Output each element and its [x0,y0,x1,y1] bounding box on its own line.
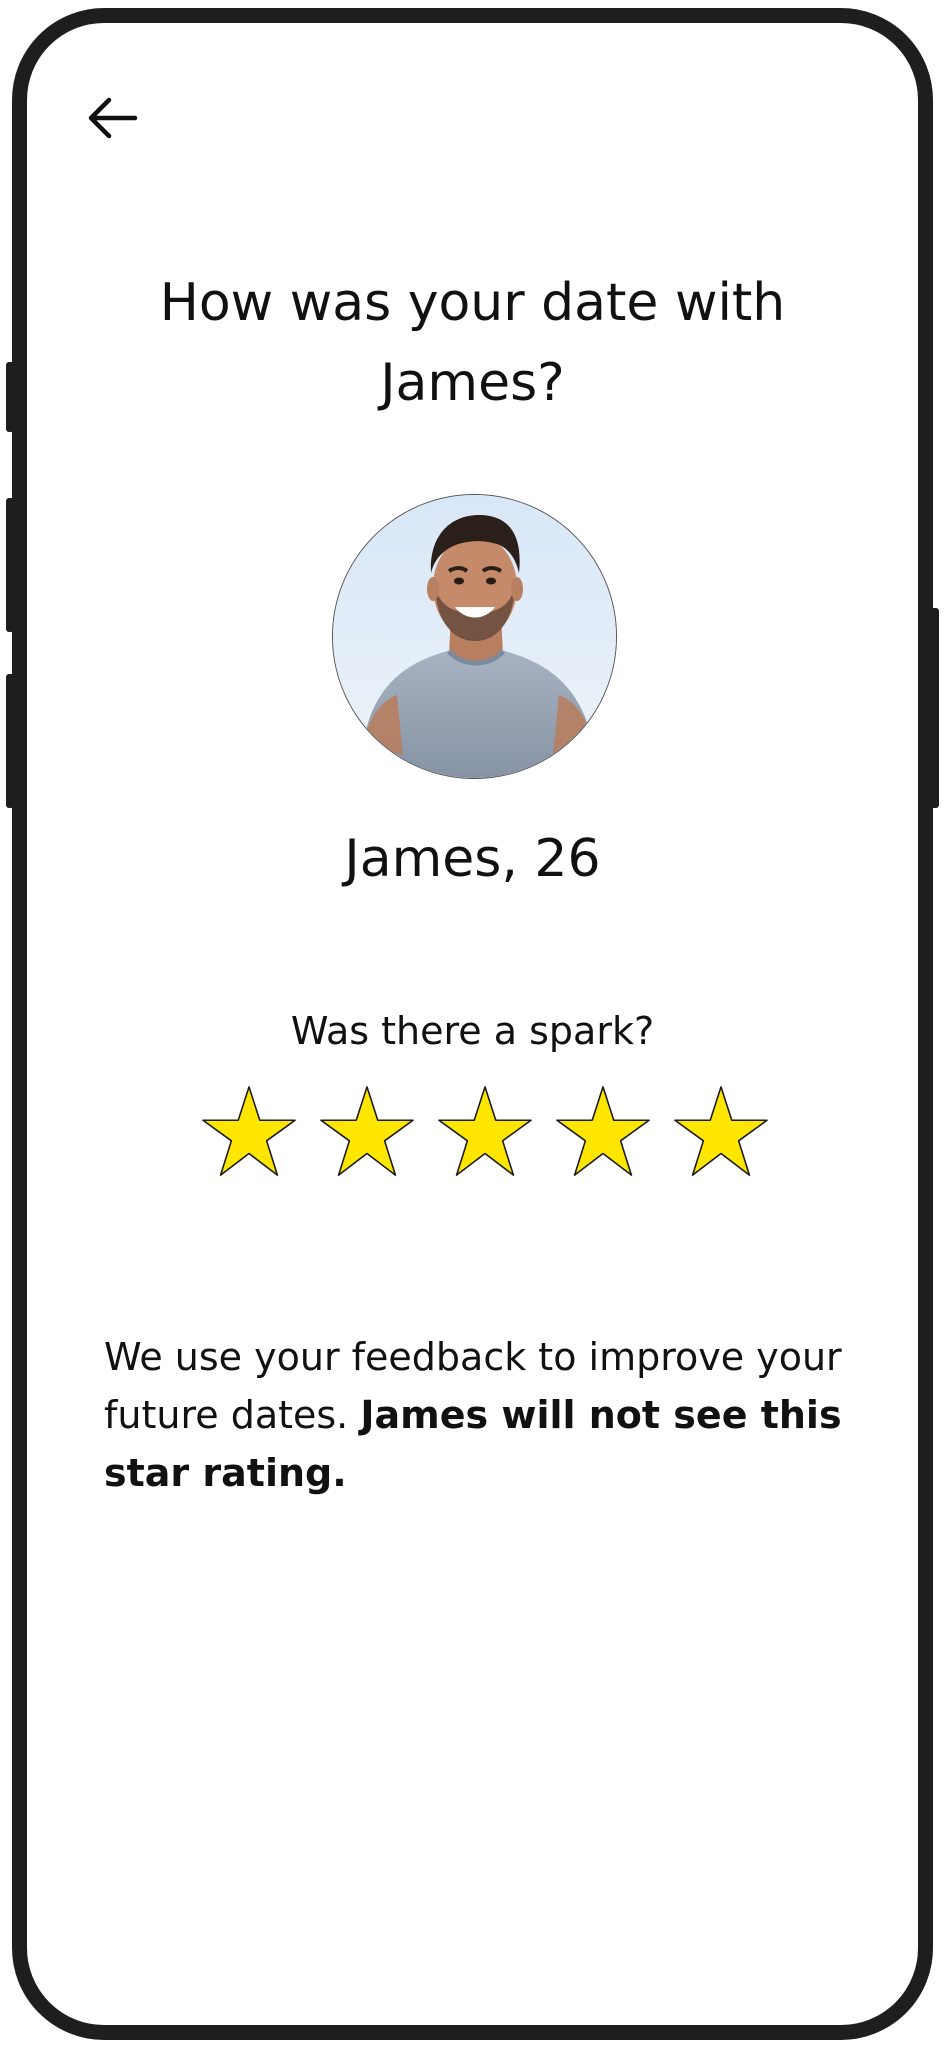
star-icon-4[interactable] [554,1083,652,1181]
title-line-2: James? [380,353,565,413]
phone-frame: How was your date with James? James, 26 … [12,8,933,2040]
star-icon-3[interactable] [436,1083,534,1181]
avatar [332,494,617,779]
star-rating[interactable] [200,1083,770,1183]
star-icon-2[interactable] [318,1083,416,1181]
profile-photo [333,495,616,778]
back-button[interactable] [72,78,152,158]
star-icon-1[interactable] [200,1083,298,1181]
star-icon-5[interactable] [672,1083,770,1181]
profile-name-age: James, 26 [344,829,601,889]
title-line-1: How was your date with [159,273,786,333]
page-title: How was your date with James? [67,263,878,423]
feedback-note: We use your feedback to improve your fut… [104,1328,874,1502]
arrow-left-icon [88,97,138,139]
rating-question: Was there a spark? [290,1009,655,1053]
